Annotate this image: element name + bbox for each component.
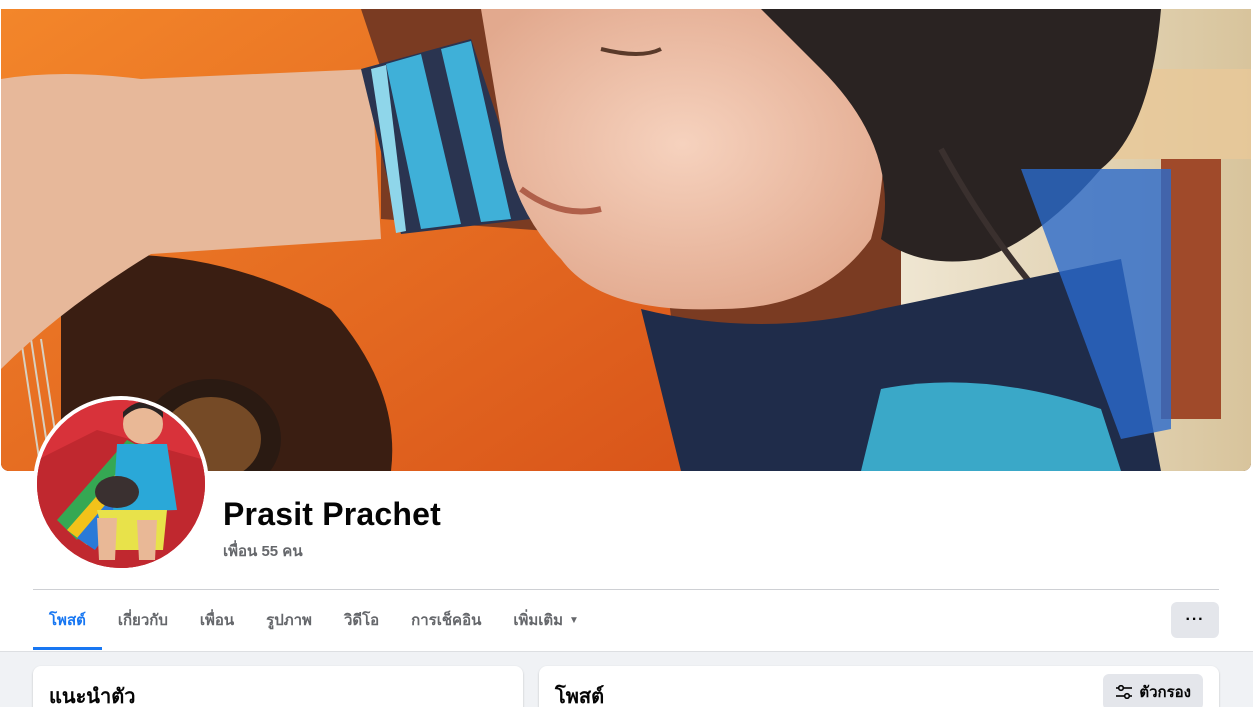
tab-checkins[interactable]: การเช็คอิน xyxy=(395,590,497,650)
cover-photo-image xyxy=(1,9,1251,471)
filter-label: ตัวกรอง xyxy=(1139,684,1191,701)
intro-title: แนะนำตัว xyxy=(49,686,136,707)
tab-label: เกี่ยวกับ xyxy=(117,612,168,629)
tab-posts[interactable]: โพสต์ xyxy=(33,590,102,650)
tab-about[interactable]: เกี่ยวกับ xyxy=(102,590,184,650)
filter-icon xyxy=(1115,685,1133,699)
profile-name: Prasit Prachet xyxy=(223,496,442,532)
intro-card: แนะนำตัว xyxy=(33,666,523,707)
tab-photos[interactable]: รูปภาพ xyxy=(250,590,328,650)
more-horizontal-icon: ··· xyxy=(1185,611,1205,628)
profile-tabs: โพสต์ เกี่ยวกับ เพื่อน รูปภาพ วิดีโอ การ… xyxy=(33,590,595,650)
friends-count[interactable]: เพื่อน 55 คน xyxy=(223,539,303,563)
tab-videos[interactable]: วิดีโอ xyxy=(328,590,395,650)
filter-button[interactable]: ตัวกรอง xyxy=(1103,674,1203,707)
tab-label: เพิ่มเติม xyxy=(513,612,564,629)
caret-down-icon: ▼ xyxy=(569,614,579,626)
tab-label: รูปภาพ xyxy=(266,612,312,629)
tab-label: เพื่อน xyxy=(199,612,235,629)
tab-more[interactable]: เพิ่มเติม ▼ xyxy=(497,590,595,650)
cover-photo[interactable] xyxy=(1,9,1251,471)
posts-card: โพสต์ ตัวกรอง xyxy=(539,666,1219,707)
posts-title: โพสต์ xyxy=(555,686,605,707)
tab-label: การเช็คอิน xyxy=(411,612,482,629)
avatar-image xyxy=(37,400,205,568)
tab-friends[interactable]: เพื่อน xyxy=(184,590,250,650)
more-options-button[interactable]: ··· xyxy=(1171,602,1219,638)
tab-label: วิดีโอ xyxy=(343,612,380,629)
profile-page: Prasit Prachet เพื่อน 55 คน โพสต์ เกี่ยว… xyxy=(0,0,1253,707)
tab-label: โพสต์ xyxy=(49,612,86,629)
profile-avatar[interactable] xyxy=(33,396,209,572)
